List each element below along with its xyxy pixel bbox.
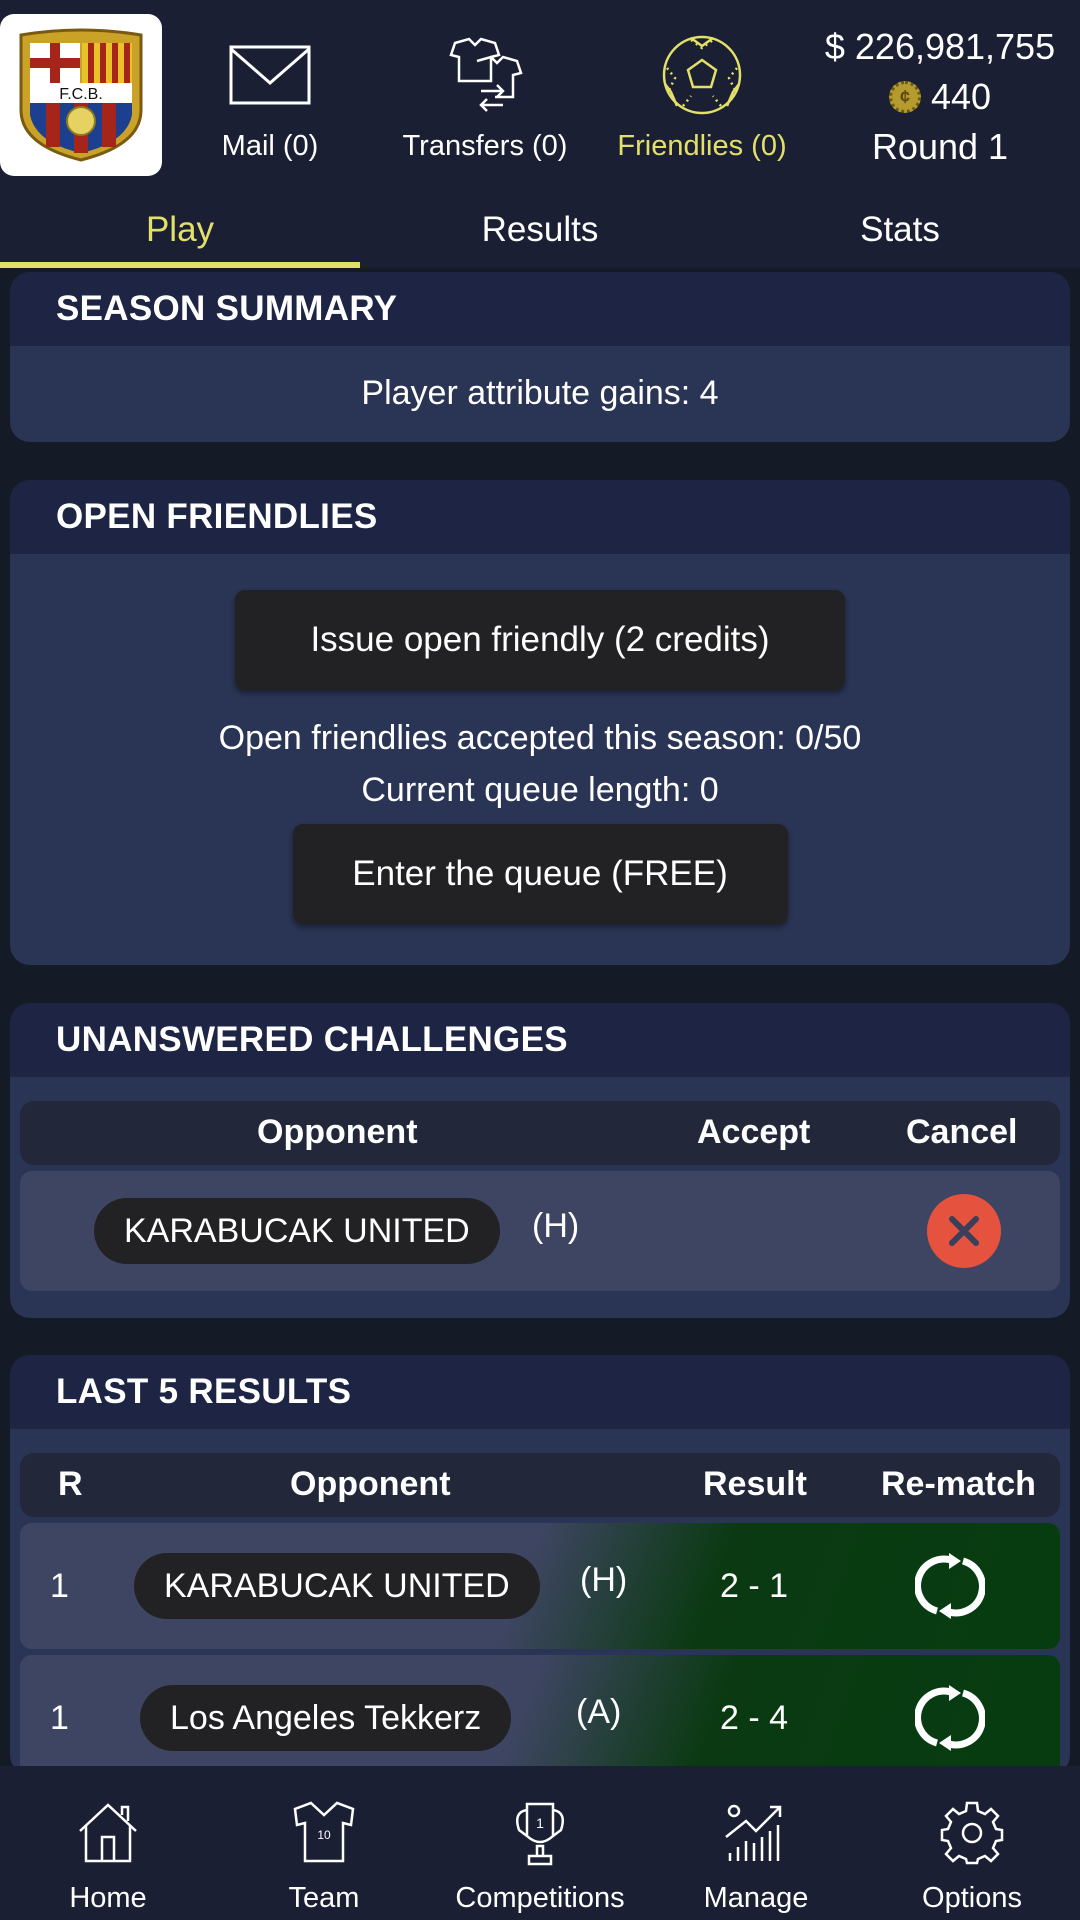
top-header: F.C.B. Mail (0) Transfers (0) Friendlies… (0, 0, 1080, 200)
col-rematch: Re-match (881, 1465, 1036, 1503)
season-summary-card: SEASON SUMMARY Player attribute gains: 4 (10, 272, 1070, 442)
nav-home-label: Home (69, 1882, 147, 1914)
queue-length-text: Current queue length: 0 (361, 771, 719, 809)
round-cell: 1 (50, 1699, 69, 1737)
tab-stats[interactable]: Stats (720, 200, 1080, 268)
home-icon (0, 1796, 216, 1870)
col-result: Result (703, 1465, 807, 1503)
mail-label: Mail (0) (221, 130, 319, 162)
nav-options[interactable]: Options (864, 1766, 1080, 1920)
venue-label: (H) (532, 1207, 580, 1245)
opponent-pill[interactable]: KARABUCAK UNITED (94, 1198, 500, 1264)
nav-manage-label: Manage (703, 1882, 809, 1914)
enter-queue-button[interactable]: Enter the queue (FREE) (292, 824, 788, 924)
soccer-ball-icon (602, 30, 802, 120)
result-cell: 2 - 4 (720, 1699, 789, 1737)
tab-play[interactable]: Play (0, 200, 360, 268)
results-table-header: R Opponent Result Re-match (20, 1453, 1060, 1517)
result-row: 1 Los Angeles Tekkerz (A) 2 - 4 (20, 1655, 1060, 1775)
challenges-table-header: Opponent Accept Cancel (20, 1101, 1060, 1165)
issue-open-friendly-button[interactable]: Issue open friendly (2 credits) (235, 590, 845, 690)
rematch-button[interactable] (914, 1683, 986, 1762)
club-crest-icon: F.C.B. (19, 28, 143, 162)
svg-text:10: 10 (317, 1828, 331, 1842)
refresh-icon (914, 1685, 986, 1751)
credits-balance: 440 (930, 76, 992, 117)
bottom-navigation: Home 10 Team 1 Competitions Manage Optio… (0, 1766, 1080, 1920)
nav-home[interactable]: Home (0, 1766, 216, 1920)
col-opponent: Opponent (257, 1113, 418, 1151)
transfers-button[interactable]: Transfers (0) (385, 30, 585, 163)
svg-text:1: 1 (536, 1815, 544, 1831)
attribute-gains-text: Player attribute gains: 4 (361, 374, 719, 412)
nav-competitions[interactable]: 1 Competitions (432, 1766, 648, 1920)
open-friendlies-card: OPEN FRIENDLIES Issue open friendly (2 c… (10, 480, 1070, 965)
open-friendlies-title: OPEN FRIENDLIES (10, 480, 1070, 554)
chart-icon (648, 1796, 864, 1870)
venue-label: (A) (576, 1693, 622, 1731)
nav-team[interactable]: 10 Team (216, 1766, 432, 1920)
last-results-title: LAST 5 RESULTS (10, 1355, 1070, 1429)
nav-team-label: Team (288, 1882, 360, 1914)
friendlies-accepted-text: Open friendlies accepted this season: 0/… (218, 719, 862, 757)
col-opponent: Opponent (290, 1465, 451, 1503)
col-cancel: Cancel (906, 1113, 1018, 1151)
last-results-card: LAST 5 RESULTS R Opponent Result Re-matc… (10, 1355, 1070, 1775)
venue-label: (H) (580, 1561, 628, 1599)
tab-results[interactable]: Results (360, 200, 720, 268)
mail-button[interactable]: Mail (0) (170, 30, 370, 163)
round-cell: 1 (50, 1567, 69, 1605)
opponent-pill[interactable]: KARABUCAK UNITED (134, 1553, 540, 1619)
friendlies-button[interactable]: Friendlies (0) (602, 30, 802, 163)
coin-icon: ¢ (888, 81, 921, 113)
close-icon (949, 1216, 979, 1246)
club-crest[interactable]: F.C.B. (0, 14, 162, 176)
unanswered-challenges-title: UNANSWERED CHALLENGES (10, 1003, 1070, 1077)
svg-text:F.C.B.: F.C.B. (59, 86, 103, 103)
nav-competitions-label: Competitions (455, 1882, 625, 1914)
transfers-label: Transfers (0) (402, 130, 568, 162)
season-summary-title: SEASON SUMMARY (10, 272, 1070, 346)
result-row: 1 KARABUCAK UNITED (H) 2 - 1 (20, 1523, 1060, 1649)
nav-manage[interactable]: Manage (648, 1766, 864, 1920)
tab-bar: Play Results Stats (0, 200, 1080, 268)
col-accept: Accept (697, 1113, 811, 1151)
money-balance: $ 226,981,755 (824, 26, 1056, 67)
transfers-icon (385, 30, 585, 120)
cancel-challenge-button[interactable] (927, 1194, 1001, 1268)
col-round: R (58, 1465, 83, 1503)
refresh-icon (914, 1553, 986, 1619)
unanswered-challenges-card: UNANSWERED CHALLENGES Opponent Accept Ca… (10, 1003, 1070, 1318)
mail-icon (170, 30, 370, 120)
friendlies-label: Friendlies (0) (617, 130, 787, 162)
challenge-row: KARABUCAK UNITED (H) (20, 1171, 1060, 1291)
shirt-icon: 10 (216, 1796, 432, 1870)
result-cell: 2 - 1 (720, 1567, 789, 1605)
rematch-button[interactable] (914, 1551, 986, 1630)
trophy-icon: 1 (432, 1796, 648, 1870)
nav-options-label: Options (922, 1882, 1022, 1914)
gear-icon (864, 1796, 1080, 1870)
opponent-pill[interactable]: Los Angeles Tekkerz (140, 1685, 512, 1751)
finances-panel: $ 226,981,755 ¢ 440 Round 1 (810, 22, 1070, 172)
round-indicator: Round 1 (871, 126, 1009, 167)
